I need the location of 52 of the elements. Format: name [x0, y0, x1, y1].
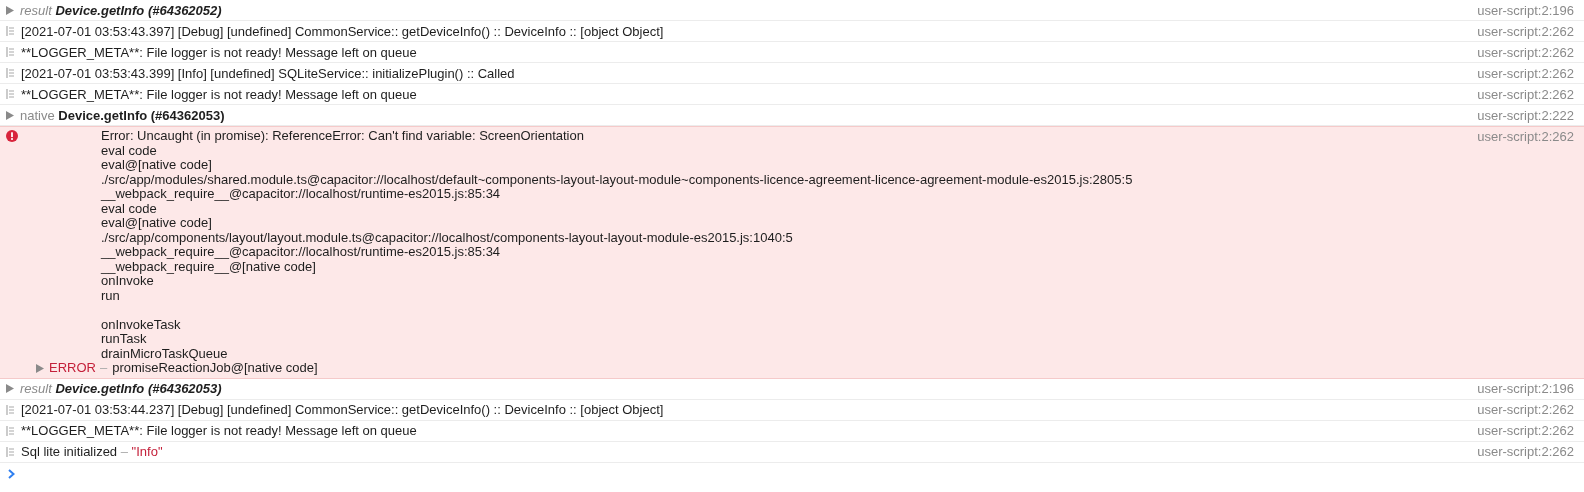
- stack-frame: ./src/app/components/layout/layout.module.ts@capacitor://localhost/components-layout-layout-module-es2015.js:1040:5: [18, 230, 1478, 245]
- stack-frame: run: [18, 288, 1478, 303]
- source-link[interactable]: user-script:2:262: [1477, 65, 1574, 81]
- log-message: [2021-07-01 03:53:44.237] [Debug] [undefined] CommonService:: getDeviceInfo() :: DeviceInfo :: [object Object]: [21, 402, 665, 417]
- source-link[interactable]: user-script:2:262: [1477, 44, 1574, 60]
- log-message[interactable]: result Device.getInfo (#64362052): [20, 2, 1472, 18]
- log-entry-icon: [6, 26, 15, 36]
- source-link[interactable]: user-script:2:262: [1477, 402, 1574, 417]
- stack-frame: runTask: [18, 332, 1478, 347]
- error-icon: [6, 130, 18, 142]
- stack-frame: ./src/app/modules/shared.module.ts@capacitor://localhost/default~components-layout-layout-module~components-licence-agreement-licence-agreement-module-es2015.js:2805:5: [18, 172, 1478, 187]
- source-link[interactable]: user-script:2:222: [1477, 107, 1574, 123]
- source-link[interactable]: user-script:2:262: [1477, 129, 1574, 144]
- stack-frame: eval code: [18, 143, 1478, 158]
- log-message: **LOGGER_META**: File logger is not ready! Message left on queue: [21, 86, 418, 102]
- log-message[interactable]: native Device.getInfo (#64362053): [20, 107, 1472, 123]
- log-entry-icon: [6, 47, 15, 57]
- log-entry-icon: [6, 68, 15, 78]
- stack-frame: __webpack_require__@capacitor://localhost/runtime-es2015.js:85:34: [18, 187, 1478, 202]
- stack-frame: onInvoke: [18, 274, 1478, 289]
- source-link[interactable]: user-script:2:262: [1477, 423, 1574, 438]
- source-link[interactable]: user-script:2:262: [1477, 23, 1574, 39]
- disclosure-triangle-icon[interactable]: [6, 110, 14, 120]
- log-entry-icon: [6, 89, 15, 99]
- log-message: **LOGGER_META**: File logger is not ready! Message left on queue: [21, 423, 418, 438]
- disclosure-triangle-icon[interactable]: [6, 384, 14, 393]
- error-label[interactable]: ERROR: [49, 361, 95, 376]
- stack-frame: eval code: [18, 201, 1478, 216]
- separator-dash: –: [100, 361, 108, 376]
- stack-frame: __webpack_require__@capacitor://localhost/runtime-es2015.js:85:34: [18, 245, 1478, 260]
- source-link[interactable]: user-script:2:196: [1477, 2, 1574, 18]
- log-entry-icon: [6, 425, 15, 436]
- log-message: [2021-07-01 03:53:43.397] [Debug] [undefined] CommonService:: getDeviceInfo() :: DeviceInfo :: [object Object]: [21, 23, 665, 39]
- stack-frame: eval@[native code]: [18, 158, 1478, 173]
- prompt-chevron-icon: [8, 468, 15, 479]
- source-link[interactable]: user-script:2:196: [1477, 381, 1574, 396]
- log-message: Sql lite initialized – "Info": [21, 444, 164, 459]
- log-entry-icon: [6, 446, 15, 457]
- log-message: **LOGGER_META**: File logger is not ready! Message left on queue: [21, 44, 418, 60]
- error-message: Error: Uncaught (in promise): ReferenceError: Can't find variable: ScreenOrientation: [100, 129, 585, 144]
- log-entry-icon: [6, 404, 15, 415]
- source-link[interactable]: user-script:2:262: [1477, 86, 1574, 102]
- disclosure-triangle-icon[interactable]: [6, 5, 14, 15]
- source-link[interactable]: user-script:2:262: [1477, 444, 1574, 459]
- stack-frame: __webpack_require__@[native code]: [18, 259, 1478, 274]
- stack-frame: eval@[native code]: [18, 216, 1478, 231]
- log-message[interactable]: result Device.getInfo (#64362053): [20, 381, 1472, 396]
- stack-frame: drainMicroTaskQueue: [18, 346, 1478, 361]
- stack-frame: onInvokeTask: [18, 317, 1478, 332]
- disclosure-triangle-icon[interactable]: [36, 363, 44, 373]
- stack-frame: promiseReactionJob@[native code]: [112, 361, 318, 376]
- log-message: [2021-07-01 03:53:43.399] [Info] [undefined] SQLiteService:: initializePlugin() :: Called: [21, 65, 516, 81]
